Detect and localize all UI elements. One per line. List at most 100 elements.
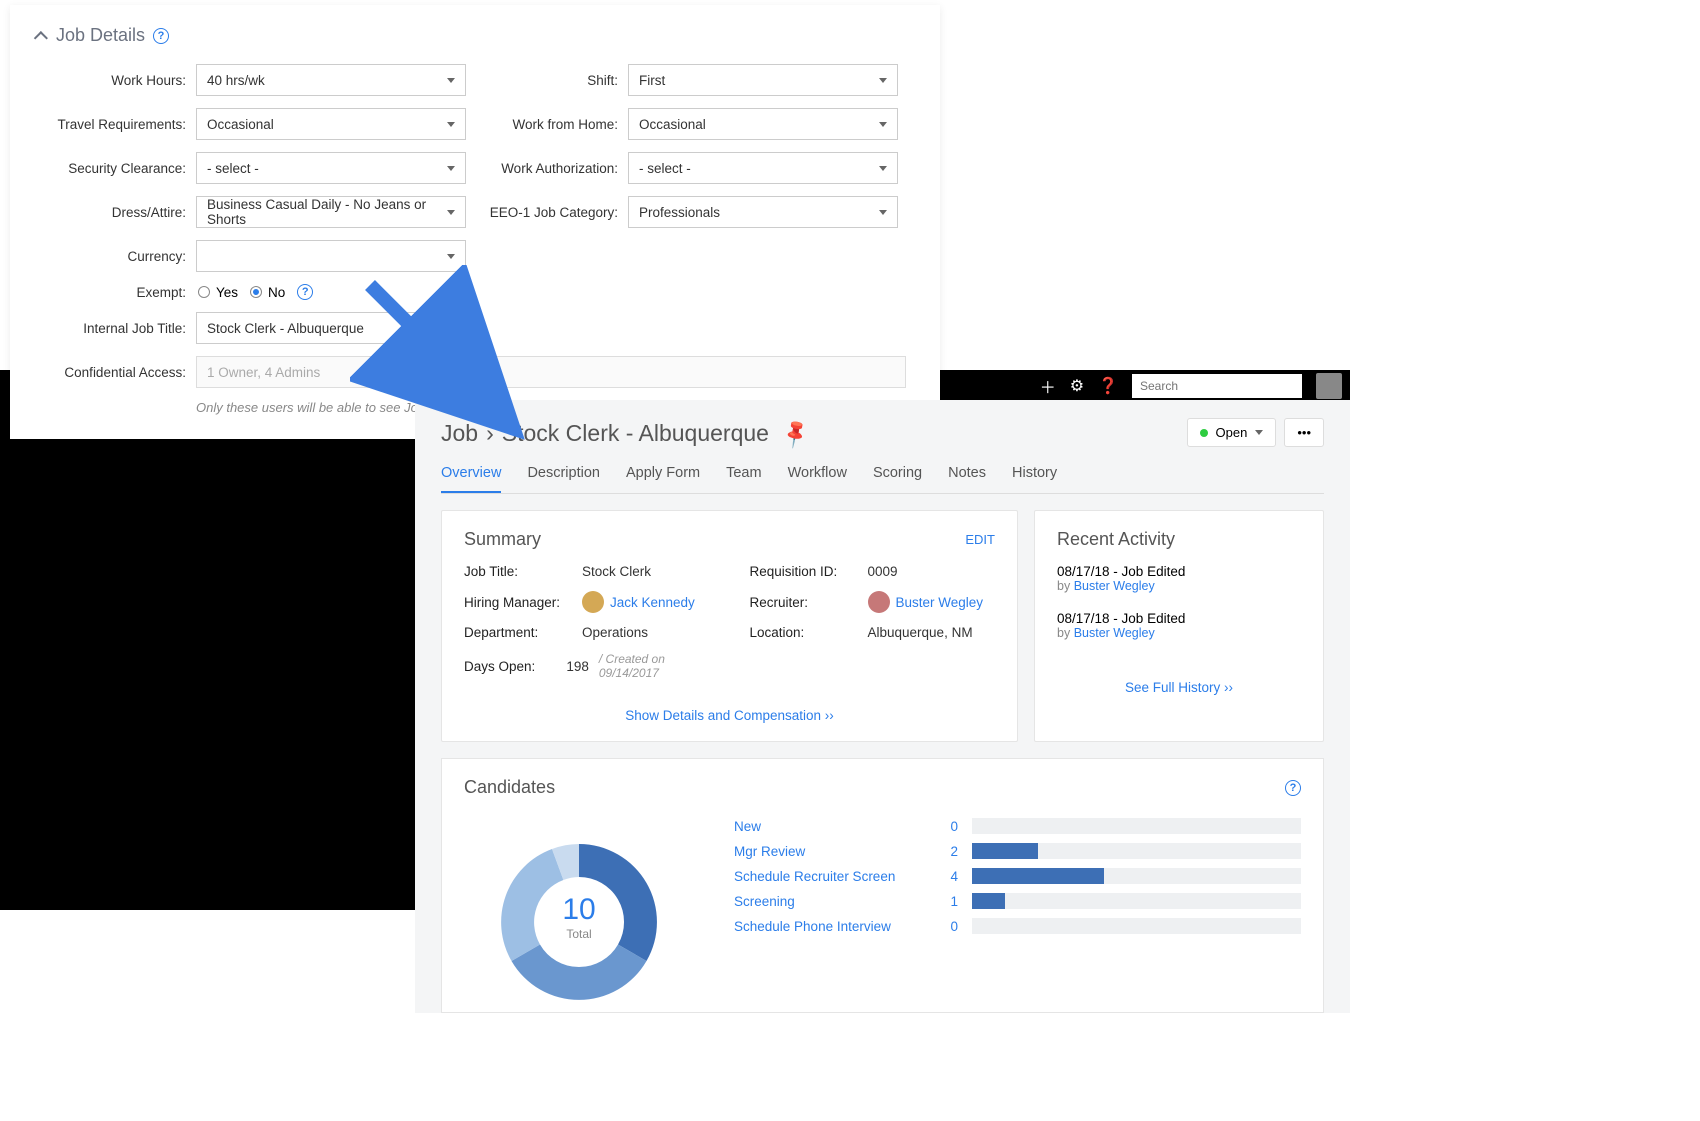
stage-name-link[interactable]: New bbox=[734, 819, 924, 834]
select-currency[interactable] bbox=[196, 240, 466, 272]
radio-exempt-no[interactable]: No bbox=[250, 285, 285, 300]
value-job-title: Stock Clerk bbox=[582, 564, 651, 579]
job-overview-panel: Job › Stock Clerk - Albuquerque 📌 Open •… bbox=[415, 400, 1350, 1013]
top-toolbar: ＋ ⚙ ❓ bbox=[1032, 370, 1350, 398]
stage-count: 0 bbox=[938, 819, 958, 834]
select-dress[interactable]: Business Casual Daily - No Jeans or Shor… bbox=[196, 196, 466, 228]
tab-history[interactable]: History bbox=[1012, 465, 1057, 493]
select-wfh[interactable]: Occasional bbox=[628, 108, 898, 140]
activity-heading: Recent Activity bbox=[1057, 529, 1175, 550]
help-circle-icon[interactable]: ? bbox=[297, 284, 313, 300]
plus-icon[interactable]: ＋ bbox=[1040, 374, 1056, 398]
value-req-id: 0009 bbox=[868, 564, 898, 579]
panel-header[interactable]: Job Details ? bbox=[38, 25, 912, 46]
see-history-link[interactable]: See Full History ›› bbox=[1057, 680, 1301, 695]
help-circle-icon[interactable]: ? bbox=[456, 320, 472, 336]
avatar[interactable] bbox=[1316, 373, 1342, 399]
stage-name-link[interactable]: Schedule Recruiter Screen bbox=[734, 869, 924, 884]
stage-row: Mgr Review 2 bbox=[734, 843, 1301, 859]
show-details-link[interactable]: Show Details and Compensation ›› bbox=[464, 708, 995, 723]
stage-count: 1 bbox=[938, 894, 958, 909]
label-location: Location: bbox=[750, 625, 858, 640]
label-work-auth: Work Authorization: bbox=[486, 161, 618, 176]
label-wfh: Work from Home: bbox=[486, 117, 618, 132]
label-internal-title: Internal Job Title: bbox=[38, 321, 186, 336]
input-confidential[interactable]: 1 Owner, 4 Admins bbox=[196, 356, 906, 388]
tab-workflow[interactable]: Workflow bbox=[788, 465, 847, 493]
label-work-hours: Work Hours: bbox=[38, 73, 186, 88]
stage-name-link[interactable]: Screening bbox=[734, 894, 924, 909]
select-work-auth[interactable]: - select - bbox=[628, 152, 898, 184]
value-days-open: 198 bbox=[566, 659, 589, 674]
candidates-heading: Candidates bbox=[464, 777, 555, 798]
stage-bar bbox=[972, 818, 1301, 834]
stage-row: Schedule Phone Interview0 bbox=[734, 918, 1301, 934]
help-circle-icon[interactable]: ? bbox=[1285, 780, 1301, 796]
tab-scoring[interactable]: Scoring bbox=[873, 465, 922, 493]
label-exempt: Exempt: bbox=[38, 285, 186, 300]
gear-icon[interactable]: ⚙ bbox=[1070, 376, 1084, 396]
tab-overview[interactable]: Overview bbox=[441, 465, 501, 493]
tab-description[interactable]: Description bbox=[527, 465, 600, 493]
link-hiring-mgr[interactable]: Jack Kennedy bbox=[582, 591, 695, 613]
avatar-icon bbox=[582, 591, 604, 613]
stage-name-link[interactable]: Mgr Review bbox=[734, 844, 924, 859]
label-dress: Dress/Attire: bbox=[38, 205, 186, 220]
select-security[interactable]: - select - bbox=[196, 152, 466, 184]
panel-title: Job Details bbox=[56, 25, 145, 46]
page-title: Stock Clerk - Albuquerque bbox=[502, 420, 769, 447]
select-work-hours[interactable]: 40 hrs/wk bbox=[196, 64, 466, 96]
chevron-up-icon bbox=[34, 31, 48, 45]
select-eeo[interactable]: Professionals bbox=[628, 196, 898, 228]
stage-bar bbox=[972, 918, 1301, 934]
label-job-title: Job Title: bbox=[464, 564, 572, 579]
stage-name-link[interactable]: Schedule Phone Interview bbox=[734, 919, 924, 934]
label-travel: Travel Requirements: bbox=[38, 117, 186, 132]
search-input[interactable] bbox=[1132, 374, 1302, 398]
status-button[interactable]: Open bbox=[1187, 418, 1277, 447]
tab-team[interactable]: Team bbox=[726, 465, 761, 493]
select-shift[interactable]: First bbox=[628, 64, 898, 96]
activity-user-link[interactable]: Buster Wegley bbox=[1074, 579, 1155, 593]
label-dept: Department: bbox=[464, 625, 572, 640]
label-shift: Shift: bbox=[486, 73, 618, 88]
value-dept: Operations bbox=[582, 625, 648, 640]
input-internal-title[interactable]: Stock Clerk - Albuquerque bbox=[196, 312, 446, 344]
more-button[interactable]: ••• bbox=[1284, 418, 1324, 447]
status-dot-icon bbox=[1200, 429, 1208, 437]
activity-item: 08/17/18 - Job Edited by Buster Wegley bbox=[1057, 611, 1301, 640]
candidates-donut: 10 Total bbox=[464, 812, 694, 1012]
select-travel[interactable]: Occasional bbox=[196, 108, 466, 140]
activity-item: 08/17/18 - Job Edited by Buster Wegley bbox=[1057, 564, 1301, 593]
value-location: Albuquerque, NM bbox=[868, 625, 973, 640]
label-recruiter: Recruiter: bbox=[750, 595, 858, 610]
stage-bar bbox=[972, 843, 1301, 859]
stage-count: 2 bbox=[938, 844, 958, 859]
summary-heading: Summary bbox=[464, 529, 541, 550]
stage-list: New 0 Mgr Review 2 Schedule Recruiter Screen… bbox=[734, 818, 1301, 934]
label-eeo: EEO-1 Job Category: bbox=[486, 205, 618, 220]
stage-row: Screening 1 bbox=[734, 893, 1301, 909]
summary-card: Summary EDIT Job Title:Stock Clerk Hirin… bbox=[441, 510, 1018, 742]
stage-row: New 0 bbox=[734, 818, 1301, 834]
candidates-card: Candidates ? 10 Total New 0 Mgr Review 2 Sch… bbox=[441, 758, 1324, 1013]
donut-label: Total bbox=[562, 927, 595, 941]
edit-link[interactable]: EDIT bbox=[965, 532, 995, 547]
activity-card: Recent Activity 08/17/18 - Job Edited by… bbox=[1034, 510, 1324, 742]
tab-notes[interactable]: Notes bbox=[948, 465, 986, 493]
donut-total: 10 bbox=[562, 893, 595, 927]
label-days-open: Days Open: bbox=[464, 659, 556, 674]
link-recruiter[interactable]: Buster Wegley bbox=[868, 591, 984, 613]
activity-user-link[interactable]: Buster Wegley bbox=[1074, 626, 1155, 640]
breadcrumb-root[interactable]: Job bbox=[441, 420, 478, 447]
help-icon[interactable]: ❓ bbox=[1098, 376, 1118, 396]
radio-exempt-yes[interactable]: Yes bbox=[198, 285, 238, 300]
chevron-right-icon: › bbox=[486, 420, 494, 447]
stage-bar bbox=[972, 868, 1301, 884]
stage-count: 4 bbox=[938, 869, 958, 884]
created-note: / Created on 09/14/2017 bbox=[599, 652, 710, 680]
help-circle-icon[interactable]: ? bbox=[153, 28, 169, 44]
pin-icon[interactable]: 📌 bbox=[778, 416, 813, 451]
tab-apply-form[interactable]: Apply Form bbox=[626, 465, 700, 493]
tabs: Overview Description Apply Form Team Wor… bbox=[441, 465, 1324, 494]
